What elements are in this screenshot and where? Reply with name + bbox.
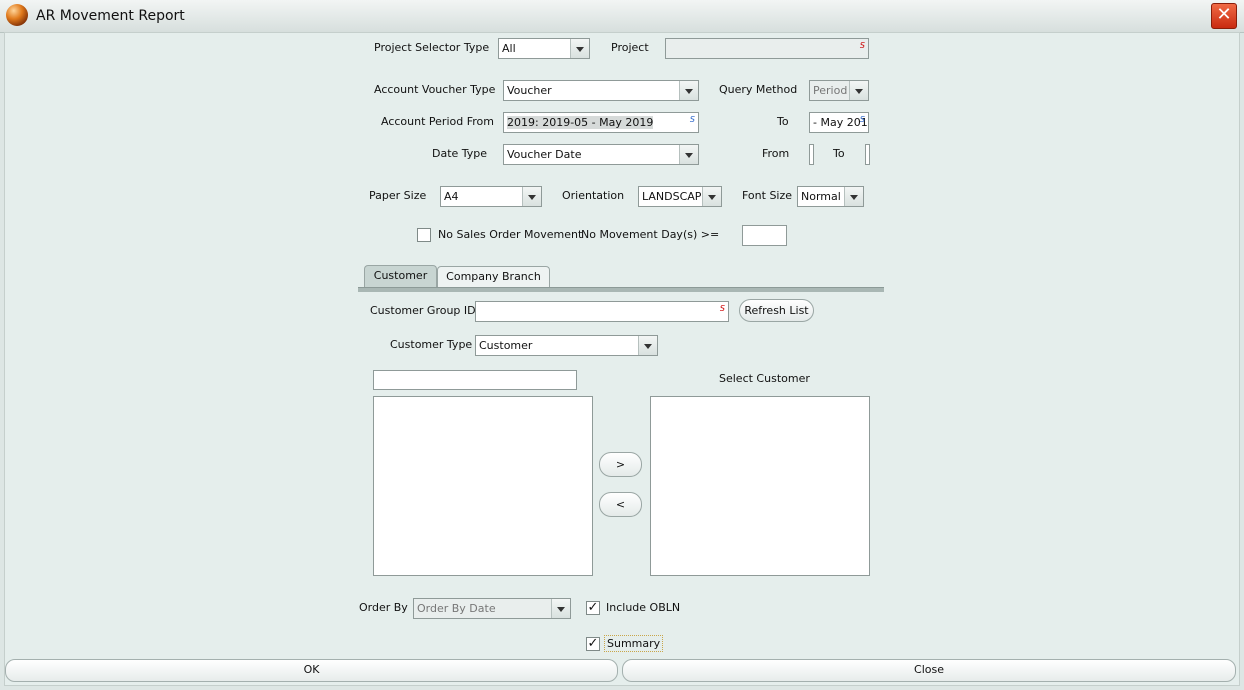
chevron-down-icon[interactable] (638, 336, 657, 355)
period-to-label: To (777, 115, 789, 128)
chevron-down-icon[interactable] (570, 39, 589, 58)
chevron-down-icon[interactable] (702, 187, 721, 206)
tab-customer[interactable]: Customer (364, 265, 437, 288)
paper-size-value: A4 (444, 190, 459, 203)
no-movement-days-label: No Movement Day(s) >= (581, 228, 720, 241)
date-from-label: From (762, 147, 790, 160)
order-by-label: Order By (359, 601, 408, 614)
chevron-down-icon[interactable] (844, 187, 863, 206)
title-bar (0, 0, 1244, 33)
account-period-from-label: Account Period From (381, 115, 494, 128)
available-customers-list[interactable] (373, 396, 593, 576)
customer-type-value: Customer (479, 339, 533, 352)
move-right-button[interactable]: > (599, 452, 642, 477)
customer-type-label: Customer Type (390, 338, 473, 351)
orientation-label: Orientation (562, 189, 625, 202)
account-voucher-type-label: Account Voucher Type (374, 83, 496, 96)
date-type-dropdown[interactable]: Voucher Date (503, 144, 699, 165)
orientation-value: LANDSCAPE (642, 190, 709, 203)
chevron-down-icon[interactable] (679, 81, 698, 100)
account-voucher-type-value: Voucher (507, 84, 552, 97)
project-selector-label: Project Selector Type (374, 41, 490, 54)
date-from-input[interactable] (809, 144, 814, 165)
include-obln-checkbox[interactable]: ✓ (586, 601, 600, 615)
order-by-value: Order By Date (417, 602, 496, 615)
font-size-value: Normal (801, 190, 841, 203)
selected-customers-list[interactable] (650, 396, 870, 576)
include-obln-label: Include OBLN (606, 601, 681, 614)
orientation-dropdown[interactable]: LANDSCAPE (638, 186, 722, 207)
project-selector-dropdown[interactable]: All (498, 38, 590, 59)
paper-size-label: Paper Size (369, 189, 427, 202)
customer-filter-input[interactable] (373, 370, 577, 390)
project-input[interactable]: S (665, 38, 869, 59)
no-sales-order-movement-checkbox[interactable] (417, 228, 431, 242)
account-period-from-value: 2019: 2019-05 - May 2019 (507, 116, 654, 129)
chevron-down-icon[interactable] (849, 81, 868, 100)
app-logo-icon (6, 4, 28, 26)
query-method-dropdown[interactable]: Period (809, 80, 869, 101)
customer-group-label: Customer Group ID (370, 304, 476, 317)
close-window-icon[interactable]: ✕ (1211, 3, 1237, 29)
close-button[interactable]: Close (622, 659, 1236, 682)
font-size-dropdown[interactable]: Normal (797, 186, 864, 207)
required-marker: S (859, 41, 865, 50)
customer-group-input[interactable]: S (475, 301, 729, 322)
refresh-list-button[interactable]: Refresh List (739, 299, 814, 322)
summary-label: Summary (604, 635, 664, 652)
move-left-button[interactable]: < (599, 492, 642, 517)
selector-marker: S (689, 115, 695, 124)
no-sales-order-movement-label: No Sales Order Movement (438, 228, 583, 241)
date-to-label: To (833, 147, 845, 160)
chevron-down-icon[interactable] (679, 145, 698, 164)
selector-marker: S (859, 115, 865, 124)
date-type-label: Date Type (432, 147, 488, 160)
tab-divider (358, 287, 884, 292)
query-method-label: Query Method (719, 83, 798, 96)
font-size-label: Font Size (742, 189, 793, 202)
period-to-input[interactable]: - May 2019 S (809, 112, 869, 133)
chevron-down-icon[interactable] (551, 599, 570, 618)
project-selector-value: All (502, 42, 516, 55)
date-type-value: Voucher Date (507, 148, 582, 161)
query-method-value: Period (813, 84, 848, 97)
date-to-input[interactable] (865, 144, 870, 165)
project-label: Project (611, 41, 649, 54)
paper-size-dropdown[interactable]: A4 (440, 186, 542, 207)
account-voucher-type-dropdown[interactable]: Voucher (503, 80, 699, 101)
no-movement-days-input[interactable] (742, 225, 787, 246)
ok-button[interactable]: OK (5, 659, 618, 682)
order-by-dropdown[interactable]: Order By Date (413, 598, 571, 619)
summary-checkbox[interactable]: ✓ (586, 637, 600, 651)
account-period-from-input[interactable]: 2019: 2019-05 - May 2019 S (503, 112, 699, 133)
chevron-down-icon[interactable] (522, 187, 541, 206)
select-customer-label: Select Customer (719, 372, 810, 385)
required-marker: S (719, 304, 725, 313)
customer-type-dropdown[interactable]: Customer (475, 335, 658, 356)
window-title: AR Movement Report (36, 8, 185, 24)
tab-company-branch[interactable]: Company Branch (437, 266, 550, 288)
